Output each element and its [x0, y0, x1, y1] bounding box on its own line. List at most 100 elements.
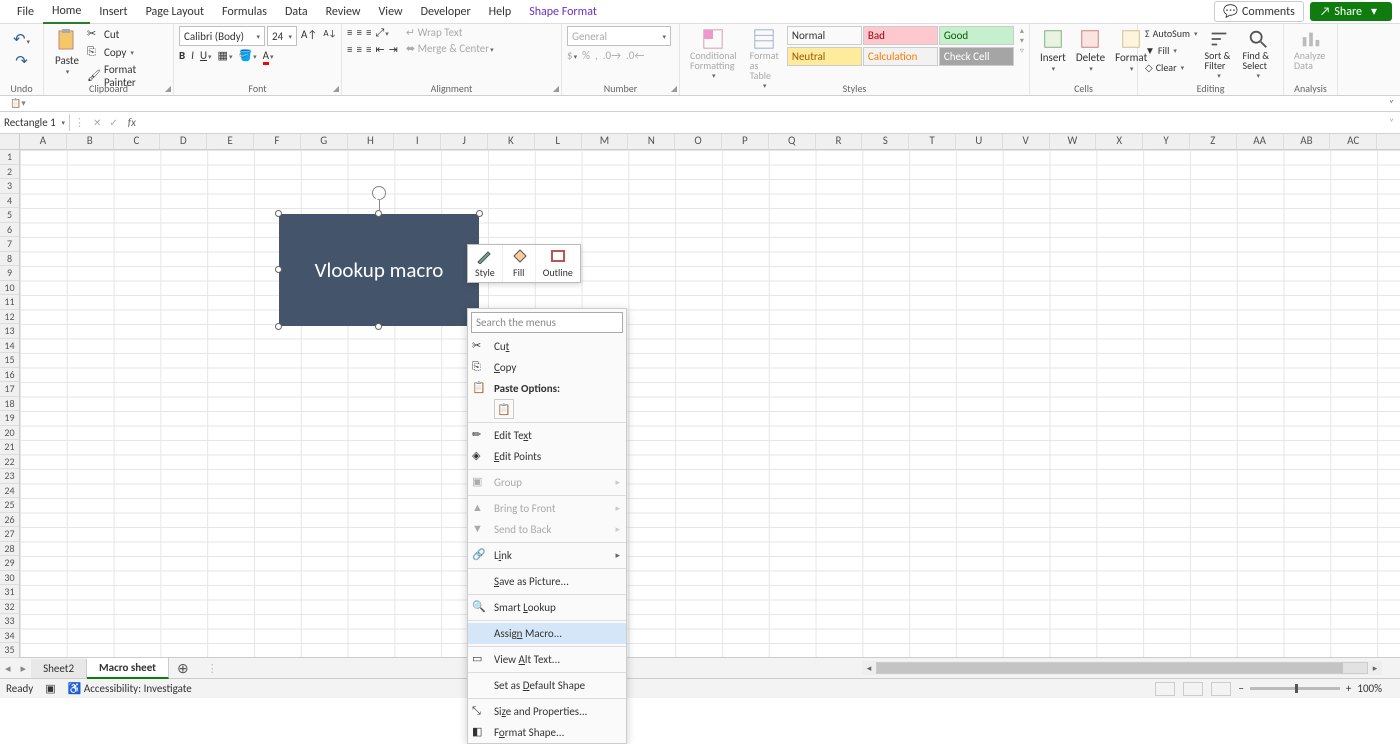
col-header-W[interactable]: W	[1050, 134, 1097, 149]
align-middle-button[interactable]: ≡	[356, 26, 361, 40]
style-normal[interactable]: Normal	[787, 26, 862, 45]
row-header-27[interactable]: 27	[0, 527, 19, 542]
resize-handle-l[interactable]	[275, 266, 282, 273]
col-header-AA[interactable]: AA	[1237, 134, 1284, 149]
col-header-D[interactable]: D	[160, 134, 207, 149]
menu-view[interactable]: View	[370, 1, 412, 23]
col-header-O[interactable]: O	[675, 134, 722, 149]
menu-data[interactable]: Data	[276, 1, 317, 23]
zoom-out-button[interactable]: −	[1238, 682, 1243, 695]
accounting-button[interactable]: $▾	[567, 49, 577, 62]
paste-button[interactable]: Paste▾	[49, 26, 85, 78]
ctx-format-shape[interactable]: ◧Format Shape...	[468, 722, 626, 743]
menu-developer[interactable]: Developer	[412, 1, 480, 23]
macro-record-icon[interactable]: ▣	[45, 682, 55, 695]
analyze-data-button[interactable]: Analyze Data	[1289, 26, 1332, 73]
font-color-button[interactable]: A▾	[263, 49, 274, 62]
row-header-5[interactable]: 5	[0, 208, 19, 223]
mini-style-button[interactable]: Style	[468, 245, 503, 282]
row-header-31[interactable]: 31	[0, 585, 19, 600]
row-header-12[interactable]: 12	[0, 310, 19, 325]
row-header-15[interactable]: 15	[0, 353, 19, 368]
increase-indent-button[interactable]: ⇥	[389, 43, 398, 56]
alignment-dialog-launcher[interactable]: ◢	[553, 84, 559, 94]
ctx-edit-text[interactable]: ✏Edit Text	[468, 425, 626, 446]
sort-filter-button[interactable]: Sort & Filter▾	[1200, 26, 1238, 82]
redo-button[interactable]: ↷	[15, 52, 28, 71]
autosum-button[interactable]: ΣAutoSum▾	[1143, 26, 1200, 41]
col-header-J[interactable]: J	[441, 134, 488, 149]
conditional-formatting-button[interactable]: Conditional Formatting▾	[685, 26, 742, 82]
col-header-K[interactable]: K	[488, 134, 535, 149]
ribbon-collapse-button[interactable]: ˅	[1389, 97, 1394, 110]
cancel-formula-button[interactable]: ✕	[89, 116, 105, 129]
new-sheet-button[interactable]: ⊕	[169, 660, 197, 677]
menu-review[interactable]: Review	[317, 1, 370, 23]
fx-button[interactable]: fx	[122, 116, 142, 129]
increase-decimal-button[interactable]: .0→	[603, 49, 621, 62]
row-header-6[interactable]: 6	[0, 223, 19, 238]
style-calculation[interactable]: Calculation	[863, 47, 938, 66]
merge-center-button[interactable]: ⬌ Merge & Center▾	[406, 42, 494, 55]
cells-area[interactable]: Vlookup macro ↻ Style	[20, 150, 1400, 657]
col-header-G[interactable]: G	[301, 134, 348, 149]
row-header-13[interactable]: 13	[0, 324, 19, 339]
ctx-size-properties[interactable]: ⤡Size and Properties...	[468, 701, 626, 722]
col-header-L[interactable]: L	[535, 134, 582, 149]
row-header-16[interactable]: 16	[0, 368, 19, 383]
mini-fill-button[interactable]: Fill	[503, 245, 536, 282]
font-name-combo[interactable]: Calibri (Body)▾	[179, 26, 265, 46]
style-neutral[interactable]: Neutral	[787, 47, 862, 66]
shape-rectangle[interactable]: Vlookup macro ↻	[279, 214, 479, 326]
row-header-2[interactable]: 2	[0, 165, 19, 180]
ctx-save-as-picture[interactable]: Save as Picture...	[468, 571, 626, 592]
row-header-33[interactable]: 33	[0, 614, 19, 629]
zoom-level[interactable]: 100%	[1357, 682, 1382, 695]
row-header-23[interactable]: 23	[0, 469, 19, 484]
mini-outline-button[interactable]: Outline	[536, 245, 580, 282]
col-header-S[interactable]: S	[862, 134, 909, 149]
accessibility-status[interactable]: ♿ Accessibility: Investigate	[68, 682, 192, 695]
decrease-indent-button[interactable]: ⇤	[375, 43, 384, 56]
row-header-34[interactable]: 34	[0, 629, 19, 644]
cut-button[interactable]: ✂Cut	[85, 26, 168, 42]
row-header-20[interactable]: 20	[0, 426, 19, 441]
row-header-1[interactable]: 1	[0, 150, 19, 165]
row-header-9[interactable]: 9	[0, 266, 19, 281]
horizontal-scrollbar[interactable]: ◂ ▸	[862, 661, 1382, 675]
ctx-cut[interactable]: ✂Cut	[468, 336, 626, 357]
delete-cells-button[interactable]: Delete▾	[1071, 26, 1110, 75]
insert-cells-button[interactable]: Insert▾	[1035, 26, 1071, 75]
ctx-copy[interactable]: ⎘Copy	[468, 357, 626, 378]
row-header-21[interactable]: 21	[0, 440, 19, 455]
bold-button[interactable]: B	[179, 49, 185, 62]
align-right-button[interactable]: ≡	[366, 43, 371, 56]
number-dialog-launcher[interactable]: ◢	[671, 84, 677, 94]
col-header-F[interactable]: F	[254, 134, 301, 149]
ctx-paste-option-1[interactable]: 📋	[494, 399, 514, 419]
decrease-decimal-button[interactable]: .0←	[626, 49, 644, 62]
resize-handle-t[interactable]	[375, 210, 382, 217]
col-header-U[interactable]: U	[956, 134, 1003, 149]
menu-page-layout[interactable]: Page Layout	[137, 1, 213, 23]
resize-handle-bl[interactable]	[275, 323, 282, 330]
menu-file[interactable]: File	[8, 1, 43, 23]
col-header-T[interactable]: T	[909, 134, 956, 149]
row-header-30[interactable]: 30	[0, 571, 19, 586]
col-header-V[interactable]: V	[1003, 134, 1050, 149]
col-header-Q[interactable]: Q	[769, 134, 816, 149]
ctx-view-alt-text[interactable]: ▭View Alt Text...	[468, 649, 626, 670]
align-bottom-button[interactable]: ≡	[366, 26, 371, 40]
col-header-AC[interactable]: AC	[1330, 134, 1377, 149]
row-header-28[interactable]: 28	[0, 542, 19, 557]
sheet-tab-macro-sheet[interactable]: Macro sheet	[87, 658, 169, 679]
increase-font-button[interactable]: A↑	[299, 26, 319, 46]
menu-home[interactable]: Home	[43, 0, 90, 24]
styles-gallery-expand[interactable]: ▴▾▿	[1017, 26, 1027, 56]
clipboard-dialog-launcher[interactable]: ◢	[165, 84, 171, 94]
enter-formula-button[interactable]: ✓	[105, 116, 121, 129]
ctx-set-default-shape[interactable]: Set as Default Shape	[468, 675, 626, 696]
menu-shape-format[interactable]: Shape Format	[520, 1, 606, 23]
decrease-font-button[interactable]: A↓	[321, 26, 338, 46]
underline-button[interactable]: U▾	[200, 49, 212, 62]
